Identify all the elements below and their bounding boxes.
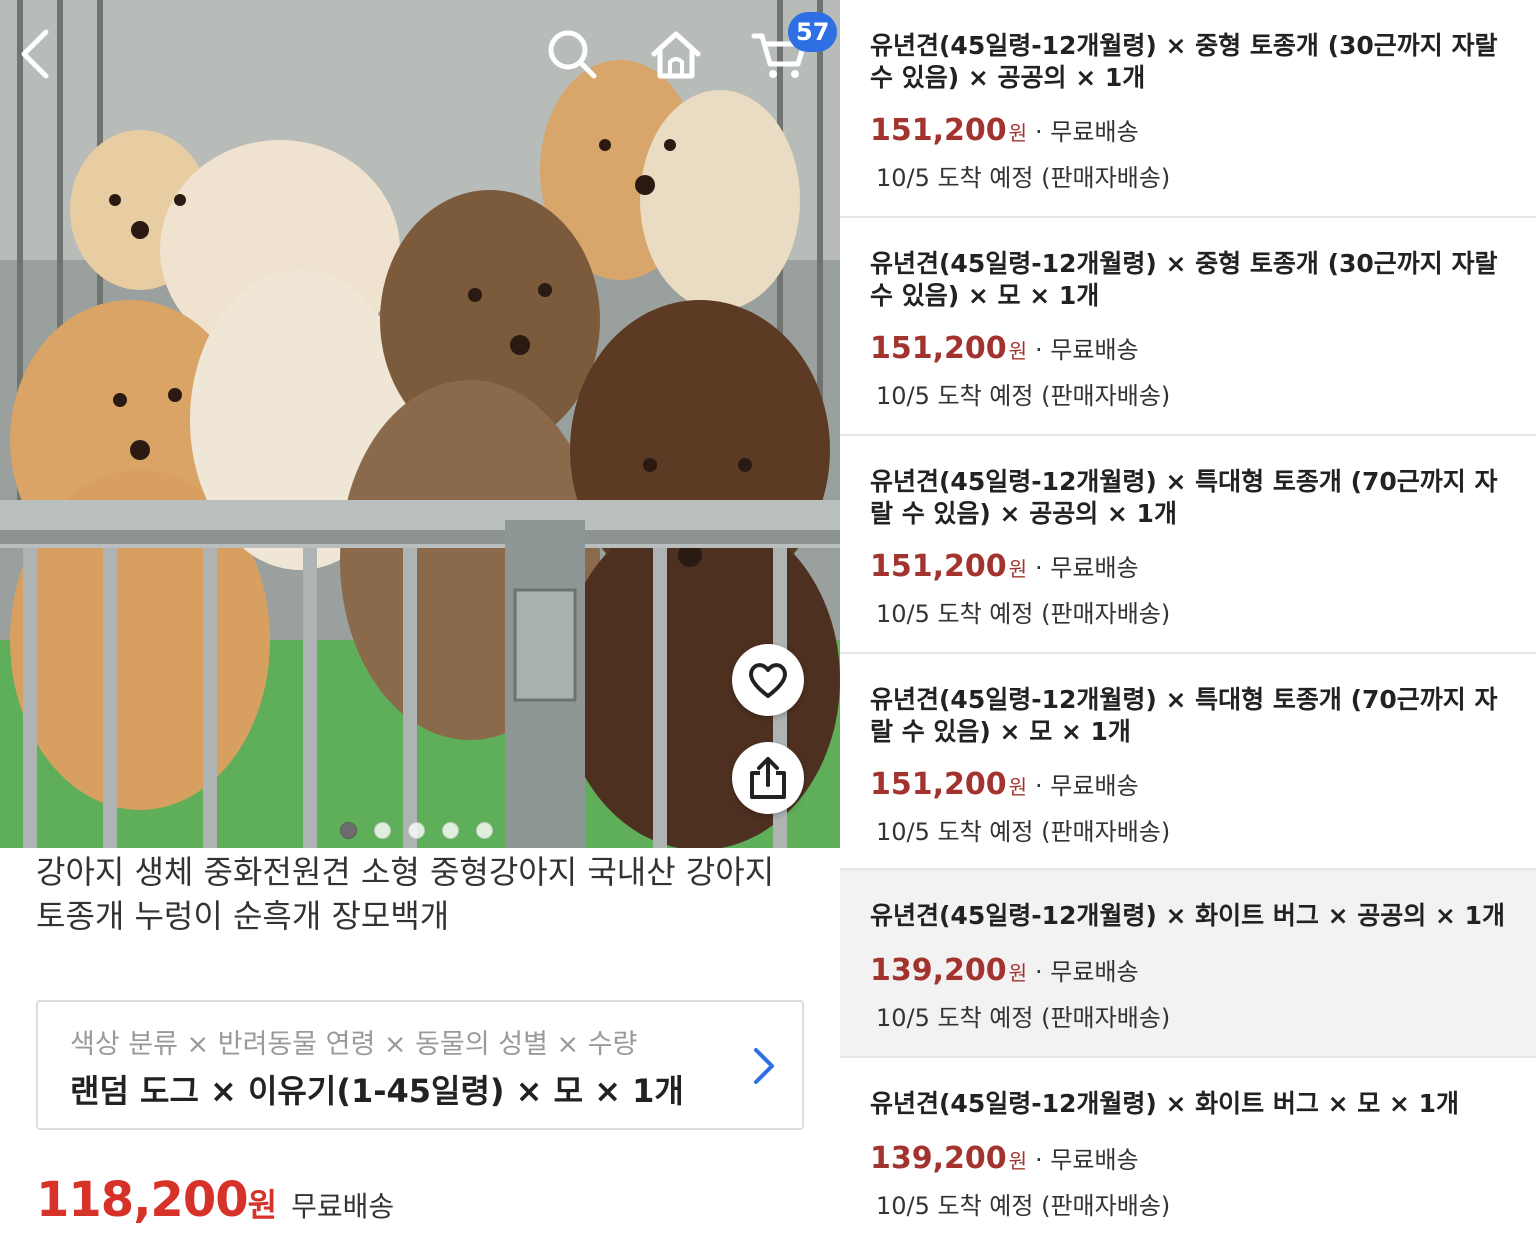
option-price: 151,200	[870, 113, 1007, 148]
option-name: 유년견(45일령-12개월령) × 화이트 버그 × 공공의 × 1개	[870, 901, 1505, 930]
option-price-row: 139,200 원 · 무료배송	[870, 952, 1139, 988]
option-shipping: · 무료배송	[1035, 554, 1139, 582]
option-price: 151,200	[870, 331, 1007, 366]
option-eta: 10/5 도착 예정 (판매자배송)	[876, 382, 1171, 410]
option-eta: 10/5 도착 예정 (판매자배송)	[876, 600, 1171, 628]
option-currency: 원	[1008, 557, 1028, 581]
option-name: 유년견(45일령-12개월령) × 중형 토종개 (30근까지 자랄 수 있음)…	[870, 31, 1498, 92]
option-price-row: 151,200 원 · 무료배송	[870, 112, 1139, 148]
option-eta: 10/5 도착 예정 (판매자배송)	[876, 164, 1171, 192]
option-currency: 원	[1008, 961, 1028, 985]
search-icon	[548, 30, 597, 79]
option-eta: 10/5 도착 예정 (판매자배송)	[876, 818, 1171, 846]
option-price-row: 151,200 원 · 무료배송	[870, 330, 1139, 366]
option-selector[interactable]: 색상 분류 × 반려동물 연령 × 동물의 성별 × 수량 랜덤 도그 × 이유…	[36, 1000, 804, 1130]
option-shipping: · 무료배송	[1035, 1146, 1139, 1174]
option-name: 유년견(45일령-12개월령) × 중형 토종개 (30근까지 자랄 수 있음)…	[870, 249, 1498, 310]
option-labels: 색상 분류 × 반려동물 연령 × 동물의 성별 × 수량	[70, 1029, 638, 1060]
option-currency: 원	[1008, 121, 1028, 145]
option-item[interactable]: 유년견(45일령-12개월령) × 특대형 토종개 (70근까지 자랄 수 있음…	[840, 654, 1536, 870]
back-button[interactable]	[4, 22, 68, 86]
gallery-pagination	[340, 822, 493, 839]
price-row: 118,200원 무료배송	[36, 1172, 394, 1228]
gallery-dot[interactable]	[408, 822, 425, 839]
puppies-photo	[0, 0, 840, 848]
option-shipping: · 무료배송	[1035, 118, 1139, 146]
option-name: 유년견(45일령-12개월령) × 특대형 토종개 (70근까지 자랄 수 있음…	[870, 685, 1498, 746]
option-price: 139,200	[870, 953, 1007, 988]
share-button[interactable]	[732, 742, 804, 814]
selected-option-value: 랜덤 도그 × 이유기(1-45일령) × 모 × 1개	[70, 1072, 684, 1110]
option-item[interactable]: 유년견(45일령-12개월령) × 중형 토종개 (30근까지 자랄 수 있음)…	[840, 218, 1536, 436]
option-item[interactable]: 유년견(45일령-12개월령) × 화이트 버그 × 모 × 1개 139,20…	[840, 1058, 1536, 1246]
product-title: 강아지 생체 중화전원견 소형 중형강아지 국내산 강아지 토종개 누렁이 순흑…	[36, 853, 775, 935]
like-button[interactable]	[732, 644, 804, 716]
option-item-selected[interactable]: 유년견(45일령-12개월령) × 화이트 버그 × 공공의 × 1개 139,…	[840, 870, 1536, 1058]
option-currency: 원	[1008, 1149, 1028, 1173]
option-item[interactable]: 유년견(45일령-12개월령) × 중형 토종개 (30근까지 자랄 수 있음)…	[840, 0, 1536, 218]
option-price: 151,200	[870, 767, 1007, 802]
back-arrow-icon	[21, 29, 49, 79]
gallery-dot[interactable]	[374, 822, 391, 839]
shipping-label: 무료배송	[291, 1190, 395, 1223]
option-price: 139,200	[870, 1141, 1007, 1176]
option-price: 151,200	[870, 549, 1007, 584]
search-button[interactable]	[540, 22, 604, 86]
gallery-dot[interactable]	[442, 822, 459, 839]
option-currency: 원	[1008, 339, 1028, 363]
chevron-right-icon	[754, 1048, 774, 1084]
option-shipping: · 무료배송	[1035, 772, 1139, 800]
gallery-dot[interactable]	[476, 822, 493, 839]
option-eta: 10/5 도착 예정 (판매자배송)	[876, 1192, 1171, 1220]
home-button[interactable]	[644, 22, 708, 86]
option-item[interactable]: 유년견(45일령-12개월령) × 특대형 토종개 (70근까지 자랄 수 있음…	[840, 436, 1536, 654]
home-icon	[651, 31, 701, 79]
cart-count-badge: 57	[788, 12, 838, 52]
option-price-row: 151,200 원 · 무료배송	[870, 766, 1139, 802]
option-name: 유년견(45일령-12개월령) × 특대형 토종개 (70근까지 자랄 수 있음…	[870, 467, 1498, 528]
heart-icon	[748, 663, 788, 698]
gallery-dot[interactable]	[340, 822, 357, 839]
option-currency: 원	[1008, 775, 1028, 799]
share-icon	[750, 757, 786, 799]
product-price: 118,200	[36, 1172, 249, 1228]
option-shipping: · 무료배송	[1035, 336, 1139, 364]
option-name: 유년견(45일령-12개월령) × 화이트 버그 × 모 × 1개	[870, 1089, 1459, 1118]
option-price-row: 151,200 원 · 무료배송	[870, 548, 1139, 584]
product-detail-panel: 57 강아지 생체 중화전원견 소형 중형강아지 국내산 강아지 토종개 누렁이…	[0, 0, 840, 1246]
option-shipping: · 무료배송	[1035, 958, 1139, 986]
option-price-row: 139,200 원 · 무료배송	[870, 1140, 1139, 1176]
option-eta: 10/5 도착 예정 (판매자배송)	[876, 1004, 1171, 1032]
price-currency: 원	[247, 1186, 278, 1224]
product-image-gallery[interactable]: 57	[0, 0, 840, 848]
option-list: 유년견(45일령-12개월령) × 중형 토종개 (30근까지 자랄 수 있음)…	[840, 0, 1536, 1246]
